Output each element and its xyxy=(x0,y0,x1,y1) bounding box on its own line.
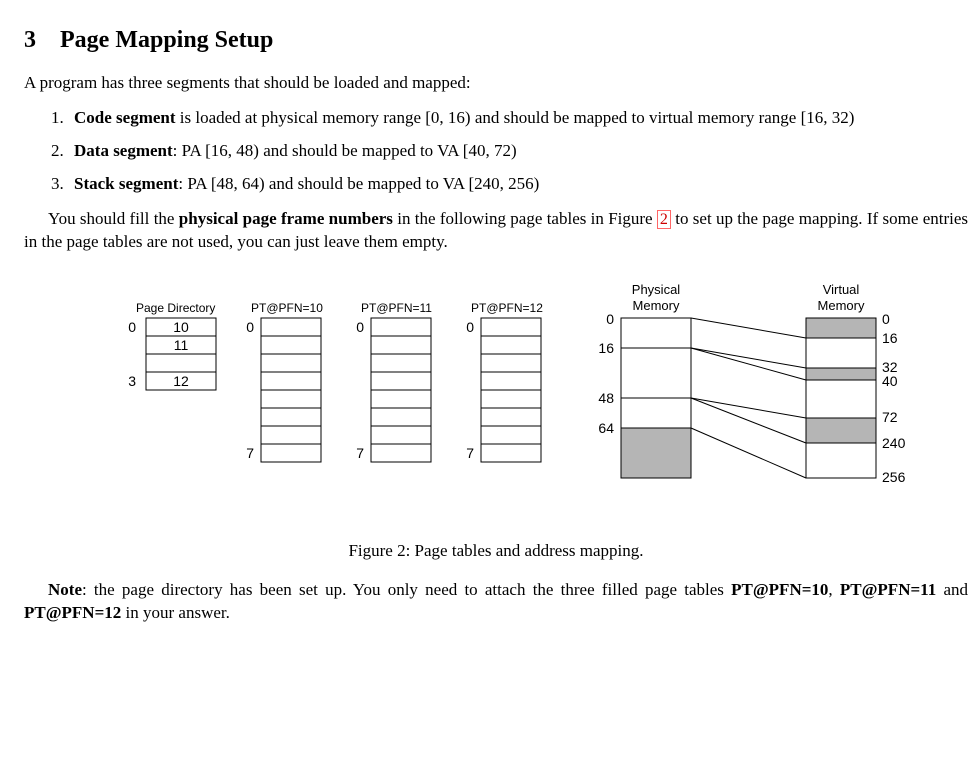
pt11-table xyxy=(371,318,431,462)
figure-caption: Figure 2: Page tables and address mappin… xyxy=(24,540,968,563)
instruction-text: You should fill the physical page frame … xyxy=(24,208,968,254)
virtual-memory xyxy=(806,318,876,478)
figure-ref: 2 xyxy=(657,210,671,229)
vm-tick-40: 40 xyxy=(882,373,898,389)
list-item: Stack segment: PA [48, 64) and should be… xyxy=(68,173,968,196)
pd-title: Page Directory xyxy=(136,301,215,315)
pt12-idx-7: 7 xyxy=(466,445,474,461)
pm-tick-48: 48 xyxy=(598,390,614,406)
pt10-table xyxy=(261,318,321,462)
instr-bold: physical page frame numbers xyxy=(179,209,393,228)
vm-tick-16: 16 xyxy=(882,330,898,346)
pd-entry-0: 10 xyxy=(173,319,189,335)
note-b2: PT@PFN=11 xyxy=(840,580,936,599)
pm-title2: Memory xyxy=(633,298,680,313)
pt10-idx-7: 7 xyxy=(246,445,254,461)
note-b1: PT@PFN=10 xyxy=(731,580,828,599)
segment-desc: : PA [48, 64) and should be mapped to VA… xyxy=(178,174,539,193)
segment-name: Stack segment xyxy=(74,174,178,193)
section-number: 3 xyxy=(24,24,36,56)
instr-pre: You should fill the xyxy=(48,209,179,228)
vm-title2: Memory xyxy=(818,298,865,313)
segment-name: Code segment xyxy=(74,108,176,127)
intro-text: A program has three segments that should… xyxy=(24,72,968,95)
segment-desc: is loaded at physical memory range [0, 1… xyxy=(176,108,855,127)
section-heading: 3 Page Mapping Setup xyxy=(24,24,968,56)
pd-idx-3: 3 xyxy=(128,373,136,389)
pt10-title: PT@PFN=10 xyxy=(251,301,323,315)
segment-name: Data segment xyxy=(74,141,173,160)
segment-desc: : PA [16, 48) and should be mapped to VA… xyxy=(173,141,517,160)
pm-tick-64: 64 xyxy=(598,420,614,436)
pt10-idx-0: 0 xyxy=(246,319,254,335)
note-label: Note xyxy=(48,580,82,599)
page-mapping-figure: .lbl { font-family: Arial, Helvetica, sa… xyxy=(66,272,926,532)
pd-entry-3: 12 xyxy=(173,373,189,389)
pd-entry-1: 11 xyxy=(174,337,189,353)
vm-tick-72: 72 xyxy=(882,409,898,425)
pt12-table xyxy=(481,318,541,462)
vm-title1: Virtual xyxy=(823,282,860,297)
list-item: Data segment: PA [16, 48) and should be … xyxy=(68,140,968,163)
note-text: Note: the page directory has been set up… xyxy=(24,579,968,625)
section-title: Page Mapping Setup xyxy=(60,27,273,53)
instr-mid: in the following page tables in Figure xyxy=(393,209,657,228)
pm-title1: Physical xyxy=(632,282,681,297)
pt11-idx-7: 7 xyxy=(356,445,364,461)
segment-list: Code segment is loaded at physical memor… xyxy=(24,107,968,196)
pt11-title: PT@PFN=11 xyxy=(361,301,432,315)
pt11-idx-0: 0 xyxy=(356,319,364,335)
pd-idx-0: 0 xyxy=(128,319,136,335)
note-pre: : the page directory has been set up. Yo… xyxy=(82,580,731,599)
vm-tick-256: 256 xyxy=(882,469,906,485)
pt12-title: PT@PFN=12 xyxy=(471,301,543,315)
pm-tick-16: 16 xyxy=(598,340,614,356)
physical-memory xyxy=(621,318,691,478)
vm-tick-240: 240 xyxy=(882,435,906,451)
pt12-idx-0: 0 xyxy=(466,319,474,335)
note-post: in your answer. xyxy=(121,603,230,622)
vm-tick-0: 0 xyxy=(882,311,890,327)
pm-tick-0: 0 xyxy=(606,311,614,327)
list-item: Code segment is loaded at physical memor… xyxy=(68,107,968,130)
note-b3: PT@PFN=12 xyxy=(24,603,121,622)
mapping-lines xyxy=(691,318,806,478)
page-directory-table: 10 11 12 xyxy=(146,318,216,390)
figure-container: .lbl { font-family: Arial, Helvetica, sa… xyxy=(24,272,968,563)
